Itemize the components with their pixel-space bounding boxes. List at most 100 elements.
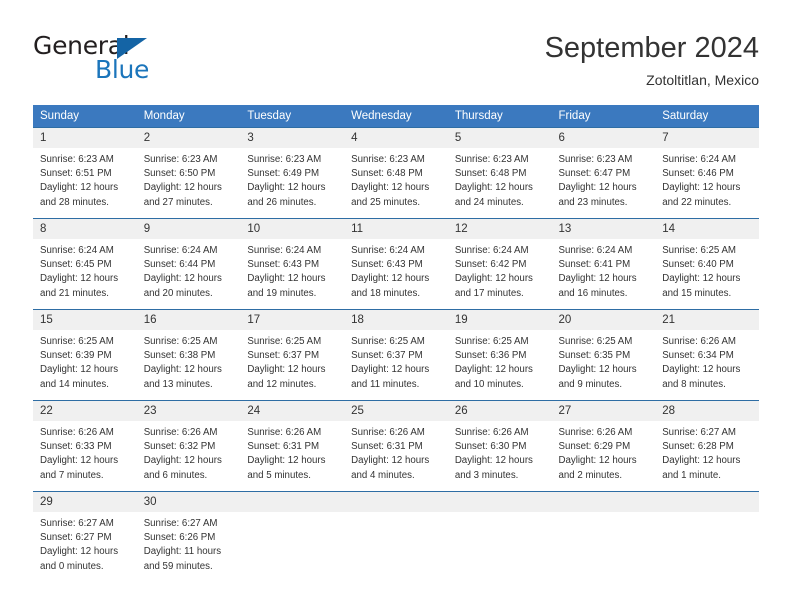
day-cell[interactable]: 27 Sunrise: 6:26 AM Sunset: 6:29 PM Dayl… [551, 400, 656, 492]
day-number: 27 [551, 401, 656, 421]
day-number: 21 [655, 310, 759, 330]
sunset-text: Sunset: 6:26 PM [143, 532, 216, 544]
day-cell[interactable]: 3 Sunrise: 6:23 AM Sunset: 6:49 PM Dayli… [240, 127, 345, 219]
day-number: 13 [551, 219, 656, 239]
day-details: Sunrise: 6:25 AM Sunset: 6:40 PM Dayligh… [655, 239, 759, 301]
day-cell[interactable]: 26 Sunrise: 6:26 AM Sunset: 6:30 PM Dayl… [447, 400, 552, 492]
day-cell[interactable]: 15 Sunrise: 6:25 AM Sunset: 6:39 PM Dayl… [33, 309, 137, 401]
day-cell[interactable]: 22 Sunrise: 6:26 AM Sunset: 6:33 PM Dayl… [33, 400, 137, 492]
day-cell[interactable]: 5 Sunrise: 6:23 AM Sunset: 6:48 PM Dayli… [447, 127, 552, 219]
sunrise-text: Sunrise: 6:26 AM [247, 427, 322, 438]
general-blue-logo[interactable]: General Blue [33, 33, 213, 85]
sunrise-text: Sunrise: 6:23 AM [454, 154, 529, 165]
weekday-header-sunday: Sunday [33, 105, 137, 128]
sunset-text: Sunset: 6:31 PM [351, 441, 423, 453]
sunset-text: Sunset: 6:28 PM [662, 441, 734, 453]
day-cell[interactable]: 1 Sunrise: 6:23 AM Sunset: 6:51 PM Dayli… [33, 127, 137, 219]
sunrise-text: Sunrise: 6:24 AM [143, 245, 218, 256]
day-cell[interactable]: 11 Sunrise: 6:24 AM Sunset: 6:43 PM Dayl… [344, 218, 448, 310]
day-cell[interactable]: 14 Sunrise: 6:25 AM Sunset: 6:40 PM Dayl… [655, 218, 759, 310]
sunrise-text: Sunrise: 6:24 AM [40, 245, 114, 256]
sunset-text: Sunset: 6:51 PM [40, 168, 112, 180]
week-row: 22 Sunrise: 6:26 AM Sunset: 6:33 PM Dayl… [33, 400, 759, 492]
sunset-text: Sunset: 6:29 PM [558, 441, 631, 453]
day-cell[interactable]: 28 Sunrise: 6:27 AM Sunset: 6:28 PM Dayl… [655, 400, 759, 492]
sunrise-text: Sunrise: 6:25 AM [143, 336, 218, 347]
day-details: Sunrise: 6:26 AM Sunset: 6:31 PM Dayligh… [240, 421, 344, 483]
daylight-text-line1: Daylight: 12 hours [247, 273, 326, 285]
daylight-text-line2: and 10 minutes. [454, 378, 524, 390]
day-details: Sunrise: 6:25 AM Sunset: 6:37 PM Dayligh… [344, 330, 448, 392]
day-details: Sunrise: 6:27 AM Sunset: 6:27 PM Dayligh… [33, 512, 137, 574]
day-details: Sunrise: 6:26 AM Sunset: 6:33 PM Dayligh… [33, 421, 137, 483]
day-cell[interactable]: 19 Sunrise: 6:25 AM Sunset: 6:36 PM Dayl… [447, 309, 552, 401]
day-cell[interactable]: 16 Sunrise: 6:25 AM Sunset: 6:38 PM Dayl… [136, 309, 241, 401]
sunset-text: Sunset: 6:33 PM [40, 441, 112, 453]
sunset-text: Sunset: 6:34 PM [662, 350, 734, 362]
sunrise-text: Sunrise: 6:23 AM [351, 154, 425, 165]
weekday-header-thursday: Thursday [447, 105, 552, 128]
day-cell[interactable]: 8 Sunrise: 6:24 AM Sunset: 6:45 PM Dayli… [33, 218, 137, 310]
week-row: 29 Sunrise: 6:27 AM Sunset: 6:27 PM Dayl… [33, 491, 759, 582]
day-cell[interactable]: 9 Sunrise: 6:24 AM Sunset: 6:44 PM Dayli… [136, 218, 241, 310]
weekday-header-saturday: Saturday [655, 105, 759, 128]
day-cell[interactable]: 18 Sunrise: 6:25 AM Sunset: 6:37 PM Dayl… [344, 309, 448, 401]
day-details: Sunrise: 6:27 AM Sunset: 6:28 PM Dayligh… [655, 421, 759, 483]
day-details: Sunrise: 6:24 AM Sunset: 6:44 PM Dayligh… [137, 239, 241, 301]
day-cell[interactable]: 20 Sunrise: 6:25 AM Sunset: 6:35 PM Dayl… [551, 309, 656, 401]
sunset-text: Sunset: 6:40 PM [662, 259, 734, 271]
day-cell[interactable]: 4 Sunrise: 6:23 AM Sunset: 6:48 PM Dayli… [344, 127, 448, 219]
day-cell[interactable]: 12 Sunrise: 6:24 AM Sunset: 6:42 PM Dayl… [447, 218, 552, 310]
day-details: Sunrise: 6:25 AM Sunset: 6:37 PM Dayligh… [240, 330, 344, 392]
day-cell[interactable]: 17 Sunrise: 6:25 AM Sunset: 6:37 PM Dayl… [240, 309, 345, 401]
sunset-text: Sunset: 6:44 PM [143, 259, 216, 271]
day-cell[interactable]: 13 Sunrise: 6:24 AM Sunset: 6:41 PM Dayl… [551, 218, 656, 310]
daylight-text-line2: and 16 minutes. [558, 287, 628, 299]
day-cell[interactable]: 24 Sunrise: 6:26 AM Sunset: 6:31 PM Dayl… [240, 400, 345, 492]
daylight-text-line1: Daylight: 12 hours [40, 273, 119, 285]
day-cell-empty [551, 491, 656, 582]
day-details: Sunrise: 6:26 AM Sunset: 6:31 PM Dayligh… [344, 421, 448, 483]
day-number: 25 [344, 401, 448, 421]
daylight-text-line2: and 8 minutes. [662, 378, 726, 390]
daylight-text-line1: Daylight: 12 hours [351, 455, 430, 467]
daylight-text-line1: Daylight: 12 hours [143, 273, 222, 285]
day-cell[interactable]: 23 Sunrise: 6:26 AM Sunset: 6:32 PM Dayl… [136, 400, 241, 492]
sunrise-text: Sunrise: 6:23 AM [143, 154, 218, 165]
day-cell[interactable]: 21 Sunrise: 6:26 AM Sunset: 6:34 PM Dayl… [655, 309, 759, 401]
day-cell[interactable]: 10 Sunrise: 6:24 AM Sunset: 6:43 PM Dayl… [240, 218, 345, 310]
daylight-text-line1: Daylight: 12 hours [143, 182, 222, 194]
day-details: Sunrise: 6:26 AM Sunset: 6:34 PM Dayligh… [655, 330, 759, 392]
day-cell[interactable]: 2 Sunrise: 6:23 AM Sunset: 6:50 PM Dayli… [136, 127, 241, 219]
sunrise-text: Sunrise: 6:27 AM [40, 518, 114, 529]
sunrise-text: Sunrise: 6:23 AM [558, 154, 633, 165]
sunrise-text: Sunrise: 6:24 AM [351, 245, 425, 256]
sunset-text: Sunset: 6:48 PM [454, 168, 527, 180]
day-cell[interactable]: 30 Sunrise: 6:27 AM Sunset: 6:26 PM Dayl… [136, 491, 241, 582]
daylight-text-line1: Daylight: 11 hours [143, 546, 222, 558]
page-title: September 2024 [544, 32, 759, 64]
daylight-text-line1: Daylight: 12 hours [454, 364, 533, 376]
daylight-text-line1: Daylight: 12 hours [40, 546, 119, 558]
day-cell[interactable]: 29 Sunrise: 6:27 AM Sunset: 6:27 PM Dayl… [33, 491, 137, 582]
day-number: 14 [655, 219, 759, 239]
day-details: Sunrise: 6:24 AM Sunset: 6:46 PM Dayligh… [655, 148, 759, 210]
day-cell[interactable]: 25 Sunrise: 6:26 AM Sunset: 6:31 PM Dayl… [344, 400, 448, 492]
sunset-text: Sunset: 6:30 PM [454, 441, 527, 453]
sunset-text: Sunset: 6:36 PM [454, 350, 527, 362]
daylight-text-line1: Daylight: 12 hours [351, 273, 430, 285]
day-cell[interactable]: 6 Sunrise: 6:23 AM Sunset: 6:47 PM Dayli… [551, 127, 656, 219]
daylight-text-line1: Daylight: 12 hours [351, 364, 430, 376]
daylight-text-line2: and 22 minutes. [662, 196, 732, 208]
title-block: September 2024 Zotoltitlan, Mexico [545, 30, 759, 90]
daylight-text-line2: and 20 minutes. [143, 287, 213, 299]
page-subtitle: Zotoltitlan, Mexico [646, 72, 759, 88]
day-details: Sunrise: 6:26 AM Sunset: 6:30 PM Dayligh… [448, 421, 552, 483]
day-number: 12 [447, 219, 552, 239]
sunrise-text: Sunrise: 6:25 AM [662, 245, 736, 256]
daylight-text-line1: Daylight: 12 hours [662, 273, 741, 285]
day-details: Sunrise: 6:24 AM Sunset: 6:43 PM Dayligh… [344, 239, 448, 301]
day-cell[interactable]: 7 Sunrise: 6:24 AM Sunset: 6:46 PM Dayli… [655, 127, 759, 219]
day-details: Sunrise: 6:25 AM Sunset: 6:39 PM Dayligh… [33, 330, 137, 392]
day-number: 24 [240, 401, 345, 421]
